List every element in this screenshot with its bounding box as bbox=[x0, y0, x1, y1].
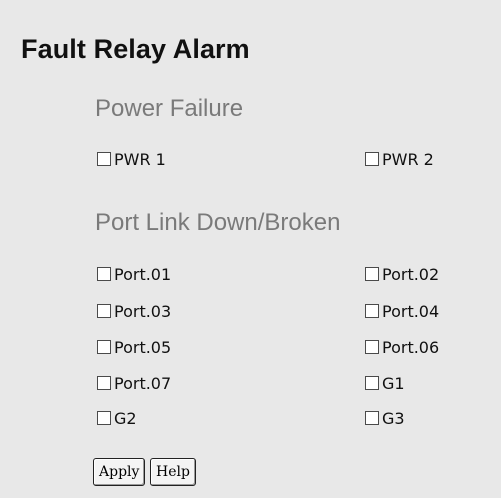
g1-checkbox[interactable]: G1 bbox=[365, 372, 405, 394]
port03-checkbox[interactable]: Port.03 bbox=[97, 300, 171, 322]
port05-checkbox[interactable]: Port.05 bbox=[97, 336, 171, 358]
power-failure-title: Power Failure bbox=[95, 95, 244, 122]
port05-checkbox-box[interactable] bbox=[97, 340, 111, 354]
port07-checkbox[interactable]: Port.07 bbox=[97, 372, 171, 394]
page-title: Fault Relay Alarm bbox=[21, 34, 250, 64]
port04-checkbox[interactable]: Port.04 bbox=[365, 300, 439, 322]
port07-checkbox-box[interactable] bbox=[97, 376, 111, 390]
port07-label: Port.07 bbox=[114, 373, 172, 393]
port06-checkbox[interactable]: Port.06 bbox=[365, 336, 439, 358]
port01-checkbox[interactable]: Port.01 bbox=[97, 263, 171, 285]
port04-checkbox-box[interactable] bbox=[365, 304, 379, 318]
port03-checkbox-box[interactable] bbox=[97, 304, 111, 318]
pwr2-checkbox[interactable]: PWR 2 bbox=[365, 148, 434, 170]
pwr1-checkbox-box[interactable] bbox=[97, 152, 111, 166]
port04-label: Port.04 bbox=[382, 301, 440, 321]
help-button[interactable]: Help bbox=[150, 458, 196, 486]
g2-checkbox[interactable]: G2 bbox=[97, 407, 137, 429]
pwr2-checkbox-box[interactable] bbox=[365, 152, 379, 166]
apply-button[interactable]: Apply bbox=[93, 458, 145, 486]
port06-label: Port.06 bbox=[382, 337, 440, 357]
g3-label: G3 bbox=[382, 408, 405, 428]
port05-label: Port.05 bbox=[114, 337, 172, 357]
port02-checkbox-box[interactable] bbox=[365, 267, 379, 281]
g3-checkbox[interactable]: G3 bbox=[365, 407, 405, 429]
g1-label: G1 bbox=[382, 373, 405, 393]
g2-label: G2 bbox=[114, 408, 137, 428]
port03-label: Port.03 bbox=[114, 301, 172, 321]
g3-checkbox-box[interactable] bbox=[365, 411, 379, 425]
port06-checkbox-box[interactable] bbox=[365, 340, 379, 354]
port01-checkbox-box[interactable] bbox=[97, 267, 111, 281]
pwr1-label: PWR 1 bbox=[114, 149, 166, 169]
port02-checkbox[interactable]: Port.02 bbox=[365, 263, 439, 285]
pwr1-checkbox[interactable]: PWR 1 bbox=[97, 148, 166, 170]
port-link-title: Port Link Down/Broken bbox=[95, 209, 341, 236]
g1-checkbox-box[interactable] bbox=[365, 376, 379, 390]
g2-checkbox-box[interactable] bbox=[97, 411, 111, 425]
port01-label: Port.01 bbox=[114, 264, 172, 284]
port02-label: Port.02 bbox=[382, 264, 440, 284]
pwr2-label: PWR 2 bbox=[382, 149, 434, 169]
